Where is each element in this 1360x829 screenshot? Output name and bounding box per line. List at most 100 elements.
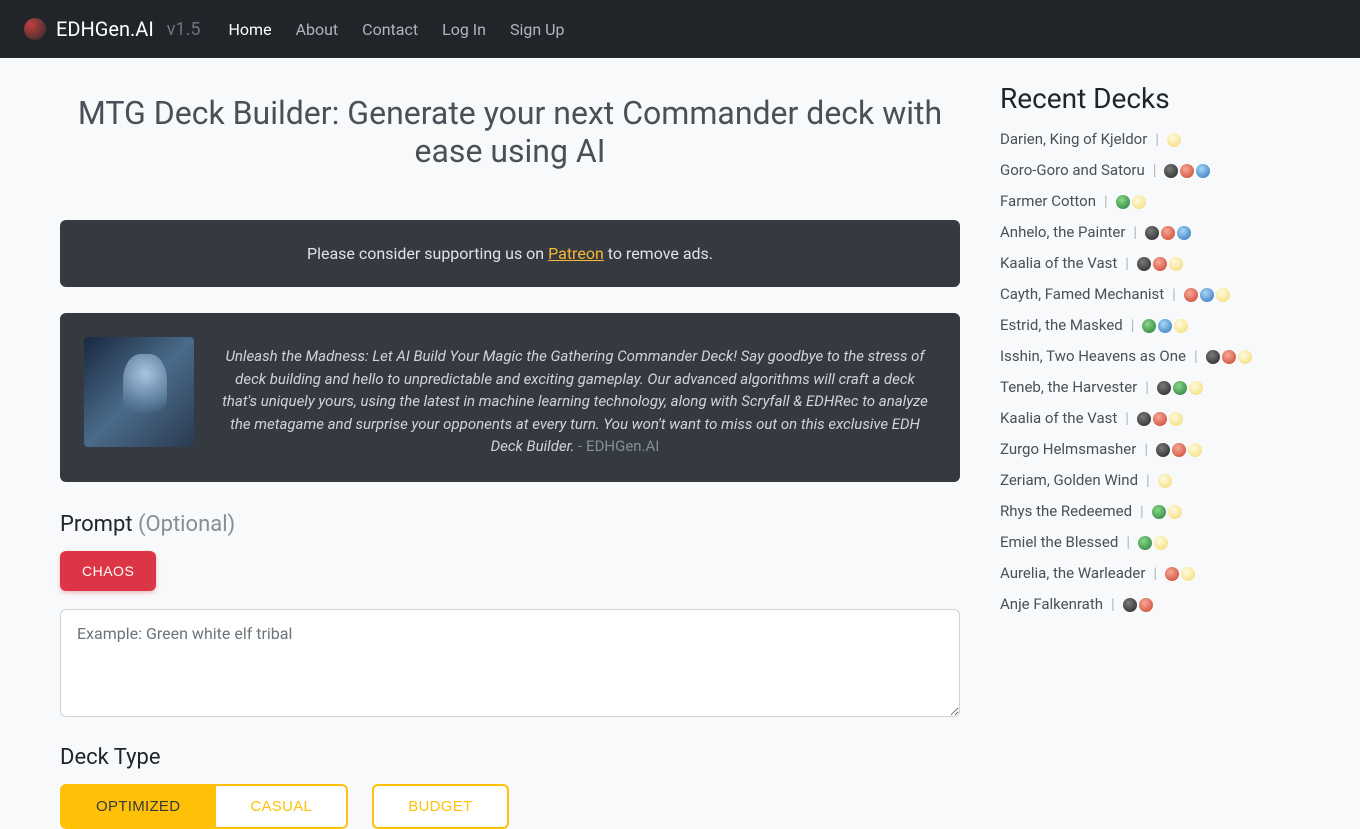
deck-type-btn-budget[interactable]: BUDGET bbox=[372, 784, 508, 829]
mana-pips bbox=[1184, 288, 1230, 302]
mana-pip-b bbox=[1157, 381, 1171, 395]
recent-deck-item: Anje Falkenrath | bbox=[1000, 594, 1280, 615]
nav-link-signup[interactable]: Sign Up bbox=[510, 20, 565, 39]
recent-decks-title: Recent Decks bbox=[1000, 82, 1280, 115]
mana-pip-r bbox=[1153, 412, 1167, 426]
mana-pip-w bbox=[1168, 505, 1182, 519]
mana-pips bbox=[1206, 350, 1252, 364]
nav-link-about[interactable]: About bbox=[296, 20, 339, 39]
recent-deck-item: Teneb, the Harvester | bbox=[1000, 377, 1280, 398]
separator: | bbox=[1144, 439, 1148, 460]
mana-pip-b bbox=[1206, 350, 1220, 364]
mana-pip-g bbox=[1142, 319, 1156, 333]
nav-link-contact[interactable]: Contact bbox=[362, 20, 418, 39]
recent-deck-link[interactable]: Teneb, the Harvester bbox=[1000, 377, 1137, 398]
recent-deck-link[interactable]: Kaalia of the Vast bbox=[1000, 408, 1117, 429]
recent-deck-link[interactable]: Anje Falkenrath bbox=[1000, 594, 1103, 615]
recent-deck-link[interactable]: Emiel the Blessed bbox=[1000, 532, 1118, 553]
recent-deck-link[interactable]: Cayth, Famed Mechanist bbox=[1000, 284, 1164, 305]
mana-pip-w bbox=[1169, 412, 1183, 426]
mana-pip-r bbox=[1184, 288, 1198, 302]
mana-pip-w bbox=[1238, 350, 1252, 364]
mana-pip-w bbox=[1188, 443, 1202, 457]
separator: | bbox=[1194, 346, 1198, 367]
mana-pip-r bbox=[1139, 598, 1153, 612]
mana-pip-b bbox=[1164, 164, 1178, 178]
prompt-optional: (Optional) bbox=[138, 512, 235, 537]
nav-link-login[interactable]: Log In bbox=[442, 20, 486, 39]
deck-type-btn-casual[interactable]: CASUAL bbox=[215, 784, 348, 829]
intro-box: Unleash the Madness: Let AI Build Your M… bbox=[60, 313, 960, 482]
recent-deck-link[interactable]: Anhelo, the Painter bbox=[1000, 222, 1125, 243]
prompt-input[interactable] bbox=[60, 609, 960, 717]
mana-pip-w bbox=[1189, 381, 1203, 395]
nav-link-home[interactable]: Home bbox=[229, 20, 272, 39]
recent-deck-link[interactable]: Zeriam, Golden Wind bbox=[1000, 470, 1138, 491]
separator: | bbox=[1111, 594, 1115, 615]
mana-pip-g bbox=[1116, 195, 1130, 209]
mana-pip-w bbox=[1174, 319, 1188, 333]
mana-pips bbox=[1142, 319, 1188, 333]
recent-deck-item: Isshin, Two Heavens as One | bbox=[1000, 346, 1280, 367]
recent-deck-item: Goro-Goro and Satoru | bbox=[1000, 160, 1280, 181]
mana-pip-r bbox=[1172, 443, 1186, 457]
mana-pips bbox=[1156, 443, 1202, 457]
mana-pip-w bbox=[1154, 536, 1168, 550]
recent-deck-link[interactable]: Farmer Cotton bbox=[1000, 191, 1096, 212]
separator: | bbox=[1133, 222, 1137, 243]
intro-text: Unleash the Madness: Let AI Build Your M… bbox=[214, 337, 936, 458]
mana-pips bbox=[1138, 536, 1168, 550]
deck-type-group-main: OPTIMIZED CASUAL bbox=[60, 784, 348, 829]
separator: | bbox=[1126, 532, 1130, 553]
recent-deck-link[interactable]: Estrid, the Masked bbox=[1000, 315, 1123, 336]
chaos-button[interactable]: CHAOS bbox=[60, 551, 156, 591]
mana-pip-b bbox=[1137, 257, 1151, 271]
recent-deck-link[interactable]: Goro-Goro and Satoru bbox=[1000, 160, 1145, 181]
separator: | bbox=[1153, 563, 1157, 584]
mana-pips bbox=[1137, 412, 1183, 426]
mana-pip-w bbox=[1169, 257, 1183, 271]
intro-body: Unleash the Madness: Let AI Build Your M… bbox=[222, 347, 928, 455]
recent-deck-item: Cayth, Famed Mechanist | bbox=[1000, 284, 1280, 305]
mana-pips bbox=[1167, 133, 1181, 147]
mana-pip-g bbox=[1138, 536, 1152, 550]
mana-pip-w bbox=[1181, 567, 1195, 581]
separator: | bbox=[1146, 470, 1150, 491]
recent-deck-link[interactable]: Isshin, Two Heavens as One bbox=[1000, 346, 1186, 367]
prompt-label: Prompt (Optional) bbox=[60, 512, 960, 537]
page-title: MTG Deck Builder: Generate your next Com… bbox=[60, 94, 960, 170]
separator: | bbox=[1104, 191, 1108, 212]
deck-type-label: Deck Type bbox=[60, 745, 960, 770]
mana-pip-u bbox=[1196, 164, 1210, 178]
recent-deck-link[interactable]: Zurgo Helmsmasher bbox=[1000, 439, 1136, 460]
deck-type-row: OPTIMIZED CASUAL BUDGET bbox=[60, 784, 960, 829]
sidebar: Recent Decks Darien, King of Kjeldor | G… bbox=[1000, 58, 1280, 829]
mana-pips bbox=[1123, 598, 1153, 612]
mana-pips bbox=[1145, 226, 1191, 240]
recent-deck-item: Emiel the Blessed | bbox=[1000, 532, 1280, 553]
mana-pips bbox=[1137, 257, 1183, 271]
mana-pips bbox=[1164, 164, 1210, 178]
deck-type-btn-optimized[interactable]: OPTIMIZED bbox=[60, 784, 215, 829]
recent-deck-link[interactable]: Darien, King of Kjeldor bbox=[1000, 129, 1147, 150]
separator: | bbox=[1172, 284, 1176, 305]
main-column: MTG Deck Builder: Generate your next Com… bbox=[60, 58, 960, 829]
recent-deck-link[interactable]: Aurelia, the Warleader bbox=[1000, 563, 1145, 584]
mana-pips bbox=[1116, 195, 1146, 209]
recent-deck-item: Zeriam, Golden Wind | bbox=[1000, 470, 1280, 491]
recent-deck-item: Zurgo Helmsmasher | bbox=[1000, 439, 1280, 460]
brand[interactable]: EDHGen.AI v1.5 bbox=[24, 17, 201, 41]
patreon-link[interactable]: Patreon bbox=[548, 244, 604, 263]
recent-deck-link[interactable]: Rhys the Redeemed bbox=[1000, 501, 1132, 522]
mana-pip-b bbox=[1156, 443, 1170, 457]
recent-deck-item: Farmer Cotton | bbox=[1000, 191, 1280, 212]
recent-deck-item: Estrid, the Masked | bbox=[1000, 315, 1280, 336]
mana-pips bbox=[1158, 474, 1172, 488]
intro-illustration bbox=[84, 337, 194, 447]
support-banner: Please consider supporting us on Patreon… bbox=[60, 220, 960, 287]
separator: | bbox=[1125, 253, 1129, 274]
recent-deck-item: Anhelo, the Painter | bbox=[1000, 222, 1280, 243]
recent-deck-link[interactable]: Kaalia of the Vast bbox=[1000, 253, 1117, 274]
logo-icon bbox=[24, 18, 46, 40]
separator: | bbox=[1155, 129, 1159, 150]
